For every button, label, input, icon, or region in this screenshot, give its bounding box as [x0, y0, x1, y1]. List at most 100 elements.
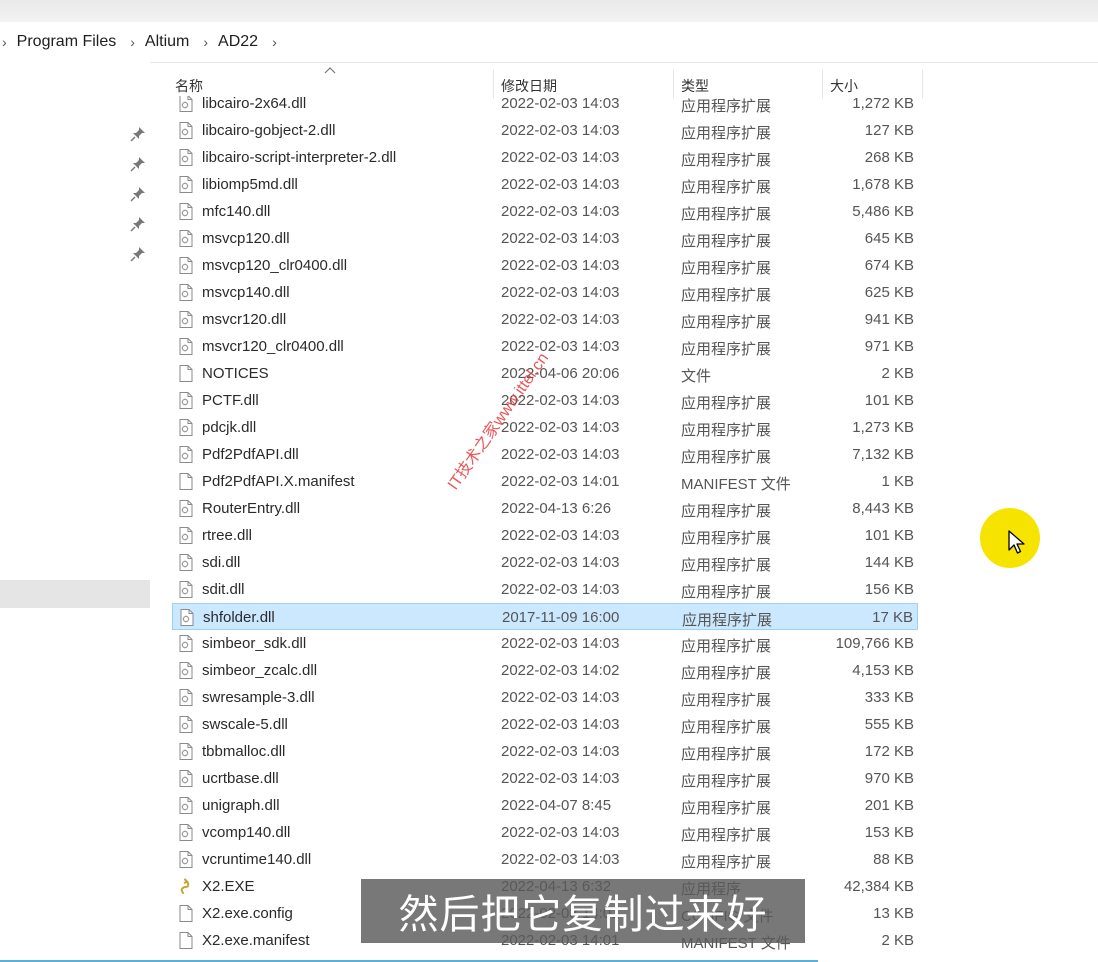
column-header-name[interactable]: 名称	[175, 76, 203, 96]
file-size: 42,384 KB	[843, 878, 914, 895]
file-name: libcairo-2x64.dll	[202, 96, 307, 112]
pin-icon[interactable]	[130, 156, 146, 172]
file-size: 109,766 KB	[835, 635, 914, 652]
pin-icon[interactable]	[130, 216, 146, 232]
file-type: 应用程序扩展	[681, 287, 772, 304]
file-name: sdi.dll	[202, 554, 241, 571]
blank-file-icon	[179, 905, 193, 922]
file-date: 2022-02-03 14:03	[501, 96, 620, 112]
table-row-selected[interactable]: shfolder.dll 2017-11-09 16:00 应用程序扩展 17 KB	[172, 603, 918, 630]
table-row[interactable]: libiomp5md.dll 2022-02-03 14:03 应用程序扩展 1,67…	[172, 171, 918, 198]
video-subtitle: 然后把它复制过来好	[361, 879, 805, 943]
file-date: 2022-02-03 14:03	[501, 743, 620, 760]
file-date: 2022-02-03 14:03	[501, 419, 620, 436]
blank-file-icon	[179, 932, 193, 949]
file-size: 268 KB	[864, 149, 914, 166]
file-type: 应用程序扩展	[681, 584, 772, 601]
file-name: libiomp5md.dll	[202, 176, 298, 193]
dll-file-icon	[180, 609, 194, 626]
table-row[interactable]: PCTF.dll 2022-02-03 14:03 应用程序扩展 101 KB	[172, 387, 918, 414]
breadcrumb-ad22[interactable]: AD22	[218, 33, 258, 51]
table-row[interactable]: ucrtbase.dll 2022-02-03 14:03 应用程序扩展 970 KB	[172, 765, 918, 792]
column-header-date[interactable]: 修改日期	[501, 76, 557, 96]
breadcrumb-altium[interactable]: Altium	[145, 33, 189, 51]
table-row[interactable]: swscale-5.dll 2022-02-03 14:03 应用程序扩展 555 K…	[172, 711, 918, 738]
column-divider[interactable]	[673, 70, 674, 98]
table-row[interactable]: sdi.dll 2022-02-03 14:03 应用程序扩展 144 KB	[172, 549, 918, 576]
dll-file-icon	[179, 662, 193, 679]
table-row[interactable]: vcruntime140.dll 2022-02-03 14:03 应用程序扩展 88…	[172, 846, 918, 873]
file-name: Pdf2PdfAPI.dll	[202, 446, 299, 463]
file-size: 1,678 KB	[852, 176, 914, 193]
file-type: MANIFEST 文件	[681, 476, 791, 493]
table-row[interactable]: simbeor_zcalc.dll 2022-02-03 14:02 应用程序扩展 4…	[172, 657, 918, 684]
column-divider[interactable]	[822, 70, 823, 98]
pin-icon[interactable]	[130, 126, 146, 142]
table-row[interactable]: sdit.dll 2022-02-03 14:03 应用程序扩展 156 KB	[172, 576, 918, 603]
dll-file-icon	[179, 581, 193, 598]
table-row[interactable]: msvcr120.dll 2022-02-03 14:03 应用程序扩展 941 KB	[172, 306, 918, 333]
file-type: 应用程序扩展	[681, 638, 772, 655]
chevron-right-icon[interactable]: ›	[2, 34, 7, 50]
table-row[interactable]: mfc140.dll 2022-02-03 14:03 应用程序扩展 5,486 KB	[172, 198, 918, 225]
file-size: 674 KB	[864, 257, 914, 274]
file-type: 应用程序扩展	[682, 612, 773, 629]
table-row[interactable]: libcairo-gobject-2.dll 2022-02-03 14:03 应用…	[172, 117, 918, 144]
chevron-right-icon[interactable]: ›	[272, 34, 277, 50]
file-name: msvcr120_clr0400.dll	[202, 338, 344, 355]
file-type: 应用程序扩展	[681, 152, 772, 169]
sort-ascending-icon	[324, 67, 336, 74]
file-name: simbeor_sdk.dll	[202, 635, 307, 652]
file-size: 88 KB	[873, 851, 914, 868]
table-row[interactable]: unigraph.dll 2022-04-07 8:45 应用程序扩展 201 KB	[172, 792, 918, 819]
file-name: msvcp140.dll	[202, 284, 290, 301]
column-header-size[interactable]: 大小	[830, 76, 858, 96]
file-type: 应用程序扩展	[681, 179, 772, 196]
file-date: 2022-02-03 14:03	[501, 824, 620, 841]
file-date: 2022-02-03 14:03	[501, 770, 620, 787]
table-row[interactable]: tbbmalloc.dll 2022-02-03 14:03 应用程序扩展 172 K…	[172, 738, 918, 765]
table-row[interactable]: Pdf2PdfAPI.dll 2022-02-03 14:03 应用程序扩展 7,13…	[172, 441, 918, 468]
column-divider[interactable]	[922, 70, 923, 98]
exe-app-icon	[179, 878, 193, 895]
table-row[interactable]: swresample-3.dll 2022-02-03 14:03 应用程序扩展 33…	[172, 684, 918, 711]
pin-icon[interactable]	[130, 246, 146, 262]
dll-file-icon	[179, 527, 193, 544]
file-name: msvcr120.dll	[202, 311, 287, 328]
table-row[interactable]: pdcjk.dll 2022-02-03 14:03 应用程序扩展 1,273 KB	[172, 414, 918, 441]
file-name: ucrtbase.dll	[202, 770, 279, 787]
file-date: 2022-02-03 14:02	[501, 662, 620, 679]
table-row[interactable]: vcomp140.dll 2022-02-03 14:03 应用程序扩展 153 KB	[172, 819, 918, 846]
column-header-type[interactable]: 类型	[681, 76, 709, 96]
table-row[interactable]: libcairo-2x64.dll 2022-02-03 14:03 应用程序扩展 1…	[172, 96, 918, 117]
dll-file-icon	[179, 419, 193, 436]
pin-icon[interactable]	[130, 186, 146, 202]
dll-file-icon	[179, 203, 193, 220]
column-divider[interactable]	[493, 70, 494, 98]
dll-file-icon	[179, 689, 193, 706]
file-size: 5,486 KB	[852, 203, 914, 220]
table-row[interactable]: libcairo-script-interpreter-2.dll 2022-02…	[172, 144, 918, 171]
breadcrumb-program-files[interactable]: Program Files	[17, 33, 117, 51]
file-name: sdit.dll	[202, 581, 245, 598]
file-name: X2.exe.manifest	[202, 932, 310, 949]
table-row[interactable]: Pdf2PdfAPI.X.manifest 2022-02-03 14:01 MAN…	[172, 468, 918, 495]
chevron-right-icon[interactable]: ›	[130, 34, 135, 50]
chevron-right-icon[interactable]: ›	[203, 34, 208, 50]
table-row[interactable]: msvcp140.dll 2022-02-03 14:03 应用程序扩展 625 KB	[172, 279, 918, 306]
dll-file-icon	[179, 230, 193, 247]
file-name: RouterEntry.dll	[202, 500, 301, 517]
file-type: 应用程序扩展	[681, 206, 772, 223]
table-row[interactable]: RouterEntry.dll 2022-04-13 6:26 应用程序扩展 8,44…	[172, 495, 918, 522]
table-row[interactable]: msvcp120_clr0400.dll 2022-02-03 14:03 应用程序…	[172, 252, 918, 279]
table-row[interactable]: rtree.dll 2022-02-03 14:03 应用程序扩展 101 KB	[172, 522, 918, 549]
file-type: 文件	[681, 368, 712, 385]
table-row[interactable]: msvcp120.dll 2022-02-03 14:03 应用程序扩展 645 KB	[172, 225, 918, 252]
file-size: 971 KB	[864, 338, 914, 355]
file-size: 4,153 KB	[852, 662, 914, 679]
address-bar[interactable]: › Program Files › Altium › AD22 ›	[0, 22, 1098, 63]
table-row[interactable]: simbeor_sdk.dll 2022-02-03 14:03 应用程序扩展 109…	[172, 630, 918, 657]
navigation-selected-item[interactable]	[0, 580, 150, 608]
dll-file-icon	[179, 770, 193, 787]
dll-file-icon	[179, 96, 193, 112]
